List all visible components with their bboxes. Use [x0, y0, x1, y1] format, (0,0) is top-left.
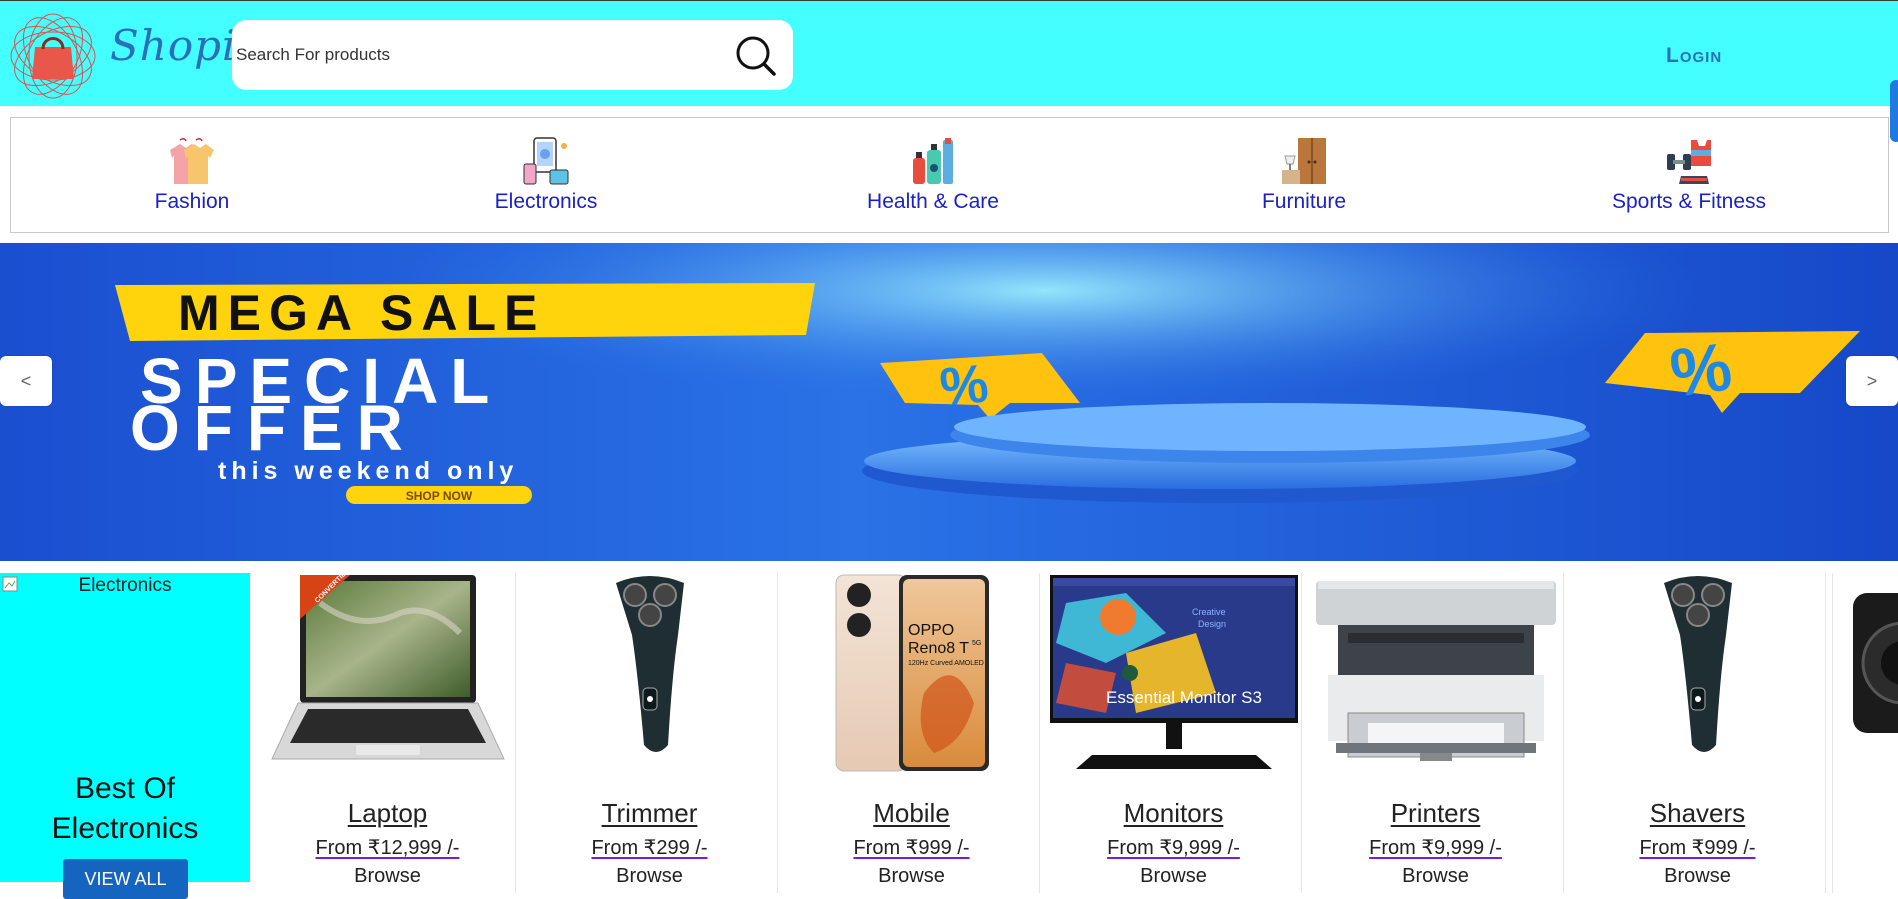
category-label: Electronics	[494, 190, 598, 213]
monitor-creative-text: Creative	[1192, 607, 1226, 617]
view-all-button[interactable]: VIEW ALL	[63, 859, 188, 899]
mobile-image: OPPO Reno8 T 5G 120Hz Curved AMOLED	[835, 574, 989, 772]
category-fashion[interactable]: Fashion	[139, 118, 245, 232]
product-browse-label[interactable]: Browse	[260, 865, 515, 888]
product-card-laptop[interactable]: CONVERTIBLE Laptop From ₹12,999 /- Brows…	[260, 573, 516, 893]
category-sports-fitness[interactable]: Sports & Fitness	[1599, 118, 1779, 232]
category-health-care[interactable]: Health & Care	[853, 118, 1013, 232]
phone-brand-text: OPPO	[908, 622, 954, 639]
search-icon[interactable]	[732, 32, 780, 80]
percent-tag-left: %	[937, 353, 991, 418]
product-browse-label[interactable]: Browse	[1046, 865, 1301, 888]
product-card-shavers[interactable]: Shavers From ₹999 /- Browse	[1570, 573, 1826, 893]
percent-tag-right: %	[1666, 328, 1736, 412]
trimmer-image	[616, 576, 684, 752]
product-name[interactable]: Trimmer	[522, 798, 777, 829]
carousel-prev-button[interactable]: <	[0, 356, 52, 406]
laptop-image: CONVERTIBLE	[271, 573, 505, 760]
phone-model-text: Reno8 T	[908, 640, 969, 657]
logo-icon[interactable]	[8, 11, 98, 101]
hero-banner[interactable]: MEGA SALE SPECIAL OFFER this weekend onl…	[0, 243, 1898, 561]
product-browse-label[interactable]: Browse	[1308, 865, 1563, 888]
phone-5g-text: 5G	[972, 640, 981, 647]
scroll-handle[interactable]	[1890, 80, 1898, 142]
category-label: Sports & Fitness	[1611, 190, 1767, 213]
monitor-design-text: Design	[1198, 619, 1226, 629]
carousel-next-button[interactable]: >	[1846, 356, 1898, 406]
search-box	[232, 20, 793, 90]
product-card-camera-partial[interactable]	[1832, 573, 1898, 893]
shop-now-label: SHOP NOW	[406, 489, 473, 503]
product-browse-label[interactable]: Browse	[784, 865, 1039, 888]
product-card-trimmer[interactable]: Trimmer From ₹299 /- Browse	[522, 573, 778, 893]
category-electronics[interactable]: Electronics	[481, 118, 611, 232]
camera-image	[1853, 593, 1898, 733]
product-browse-label[interactable]: Browse	[1570, 865, 1825, 888]
product-browse-label[interactable]: Browse	[522, 865, 777, 888]
product-price[interactable]: From ₹299 /-	[522, 835, 777, 860]
product-card-monitors[interactable]: Creative Design Essential Monitor S3 Mon…	[1046, 573, 1302, 893]
phone-tagline-text: 120Hz Curved AMOLED	[908, 660, 984, 667]
product-card-printers[interactable]: Printers From ₹9,999 /- Browse	[1308, 573, 1564, 893]
shaver-image	[1664, 576, 1732, 752]
monitor-image: Creative Design Essential Monitor S3	[1050, 575, 1298, 769]
login-link[interactable]: Login	[1666, 44, 1722, 68]
product-name[interactable]: Laptop	[260, 798, 515, 829]
search-input[interactable]	[236, 20, 716, 90]
category-furniture[interactable]: Furniture	[1241, 118, 1367, 232]
top-header: ShopiT Login	[0, 0, 1898, 106]
toiletries-icon	[913, 138, 953, 184]
banner-subtitle: this weekend only	[218, 457, 518, 485]
banner-line-offer: OFFER	[130, 392, 417, 464]
product-name[interactable]: Monitors	[1046, 798, 1301, 829]
devices-icon	[523, 137, 569, 185]
product-card-mobile[interactable]: OPPO Reno8 T 5G 120Hz Curved AMOLED Mobi…	[784, 573, 1040, 893]
promo-title-line: Electronics	[51, 812, 199, 845]
category-bar: Fashion Electronics Health & Care Furnit…	[10, 117, 1889, 233]
category-label: Fashion	[154, 190, 230, 213]
product-price[interactable]: From ₹9,999 /-	[1046, 835, 1301, 860]
printer-image	[1316, 581, 1556, 761]
product-price[interactable]: From ₹12,999 /-	[260, 835, 515, 860]
shirts-icon	[170, 137, 214, 184]
category-label: Furniture	[1261, 190, 1347, 213]
furniture-icon	[1282, 138, 1326, 184]
monitor-caption-text: Essential Monitor S3	[1106, 688, 1262, 707]
banner-image: MEGA SALE SPECIAL OFFER this weekend onl…	[0, 243, 1898, 561]
product-price[interactable]: From ₹9,999 /-	[1308, 835, 1563, 860]
product-name[interactable]: Printers	[1308, 798, 1563, 829]
promo-title: Best Of Electronics	[0, 769, 250, 849]
product-price[interactable]: From ₹999 /-	[784, 835, 1039, 860]
product-price[interactable]: From ₹999 /-	[1570, 835, 1825, 860]
category-label: Health & Care	[867, 190, 999, 213]
product-name[interactable]: Mobile	[784, 798, 1039, 829]
promo-image-alt: Electronics	[78, 575, 172, 596]
dumbbell-icon	[1667, 140, 1711, 184]
product-name[interactable]: Shavers	[1570, 798, 1825, 829]
promo-best-electronics: Electronics Best Of Electronics VIEW ALL	[0, 573, 250, 899]
banner-headline: MEGA SALE	[178, 285, 545, 341]
promo-title-line: Best Of	[74, 772, 176, 805]
